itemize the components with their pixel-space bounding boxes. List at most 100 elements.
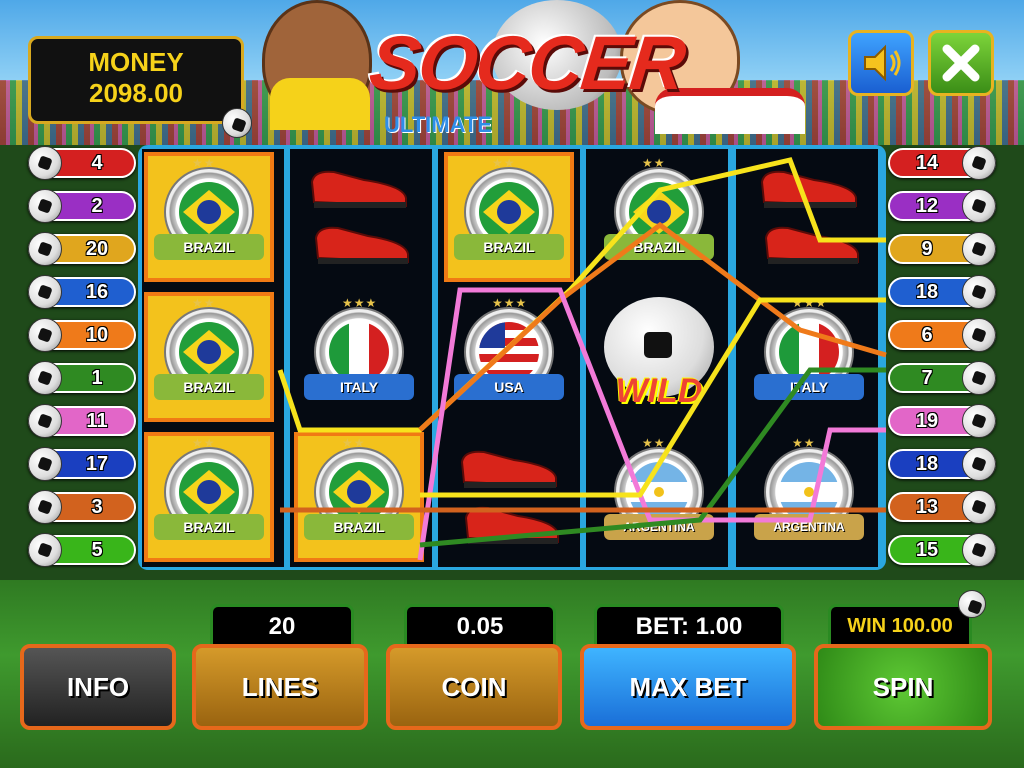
- soccer-ball-icon: [28, 232, 62, 266]
- symbol-argentina: ★★ ARGENTINA: [594, 432, 724, 562]
- sound-button[interactable]: [848, 30, 914, 96]
- soccer-ball-icon: [28, 404, 62, 438]
- symbol-wild: WILD: [594, 292, 724, 422]
- symbol-brazil: ★★ BRAZIL: [144, 152, 274, 282]
- logo-subtitle: ULTIMATE: [384, 112, 492, 137]
- italy-flag-icon: [779, 322, 839, 382]
- wild-label: WILD: [615, 372, 703, 410]
- brazil-flag-icon: [479, 182, 539, 242]
- soccer-ball-icon: [962, 189, 996, 223]
- soccer-ball-icon: [962, 447, 996, 481]
- soccer-boots-icon: [760, 170, 859, 264]
- symbol-label: ITALY: [754, 374, 864, 400]
- brazil-flag-icon: [179, 462, 239, 522]
- symbol-brazil: ★★ BRAZIL: [594, 152, 724, 282]
- brazil-flag-icon: [629, 182, 689, 242]
- win-display: WIN 100.00: [828, 604, 972, 646]
- symbol-brazil: ★★ BRAZIL: [144, 292, 274, 422]
- symbol-label: BRAZIL: [454, 234, 564, 260]
- line-number: 5: [91, 538, 103, 561]
- line-number: 6: [921, 323, 933, 346]
- line-number: 3: [91, 495, 103, 518]
- symbol-label: BRAZIL: [154, 514, 264, 540]
- brazil-flag-icon: [329, 462, 389, 522]
- decor-ball-icon: [222, 108, 252, 138]
- lines-button[interactable]: LINES: [192, 644, 368, 730]
- soccer-ball-icon: [962, 232, 996, 266]
- soccer-ball-icon: [28, 447, 62, 481]
- line-number: 17: [85, 452, 109, 475]
- coin-value-display: 0.05: [404, 604, 556, 646]
- soccer-ball-icon: [962, 404, 996, 438]
- close-icon: [942, 44, 980, 82]
- argentina-flag-icon: [629, 462, 689, 522]
- line-number: 7: [921, 366, 933, 389]
- line-number: 12: [915, 194, 939, 217]
- symbol-usa: ★★★ USA: [444, 292, 574, 422]
- coin-label: COIN: [441, 671, 507, 702]
- line-number: 1: [91, 366, 103, 389]
- line-number: 11: [86, 409, 108, 432]
- soccer-ball-icon: [962, 361, 996, 395]
- coin-value: 0.05: [456, 612, 504, 640]
- player-left-shirt: [270, 78, 370, 130]
- line-number: 20: [85, 237, 109, 260]
- game-logo: SOCCER ULTIMATE: [366, 20, 688, 140]
- line-number: 2: [91, 194, 103, 217]
- line-number: 4: [91, 151, 103, 174]
- lines-label: LINES: [241, 671, 319, 702]
- line-number: 15: [915, 538, 939, 561]
- symbol-italy: ★★★ ITALY: [294, 292, 424, 422]
- info-button[interactable]: INFO: [20, 644, 176, 730]
- soccer-boots-icon: [460, 450, 559, 544]
- max-bet-label: MAX BET: [629, 671, 747, 702]
- argentina-flag-icon: [779, 462, 839, 522]
- info-label: INFO: [66, 671, 130, 702]
- soccer-ball-icon: [28, 189, 62, 223]
- line-number: 18: [915, 452, 939, 475]
- spin-button[interactable]: SPIN: [814, 644, 992, 730]
- lines-value: 20: [268, 612, 296, 640]
- line-number: 14: [915, 151, 939, 174]
- symbol-label: USA: [454, 374, 564, 400]
- soccer-boots-icon: [310, 170, 409, 264]
- symbol-label: BRAZIL: [604, 234, 714, 260]
- bet-value: BET: 1.00: [635, 612, 743, 640]
- coin-button[interactable]: COIN: [386, 644, 562, 730]
- symbol-label: BRAZIL: [154, 374, 264, 400]
- symbol-boots: [444, 432, 574, 562]
- soccer-ball-icon: [962, 533, 996, 567]
- money-value: 2098.00: [89, 78, 183, 108]
- symbol-italy: ★★★ ITALY: [744, 292, 874, 422]
- line-number: 13: [915, 495, 939, 518]
- line-number: 9: [921, 237, 933, 260]
- symbol-boots: [744, 152, 874, 282]
- logo-title: SOCCER: [365, 21, 688, 106]
- win-value: WIN 100.00: [847, 615, 953, 637]
- soccer-ball-icon: [28, 361, 62, 395]
- symbol-label: ARGENTINA: [754, 514, 864, 540]
- soccer-ball-icon: [962, 146, 996, 180]
- max-bet-button[interactable]: MAX BET: [580, 644, 796, 730]
- money-label: MONEY: [88, 47, 184, 77]
- symbol-boots: [294, 152, 424, 282]
- symbol-brazil: ★★ BRAZIL: [294, 432, 424, 562]
- spin-label: SPIN: [872, 671, 934, 702]
- soccer-ball-icon: [28, 146, 62, 180]
- symbol-label: BRAZIL: [154, 234, 264, 260]
- brazil-flag-icon: [179, 182, 239, 242]
- symbol-label: ITALY: [304, 374, 414, 400]
- lines-value-display: 20: [210, 604, 354, 646]
- symbol-brazil: ★★ BRAZIL: [444, 152, 574, 282]
- symbol-label: BRAZIL: [304, 514, 414, 540]
- line-number: 19: [915, 409, 939, 432]
- bet-display: BET: 1.00: [594, 604, 784, 646]
- soccer-ball-icon: [28, 318, 62, 352]
- symbol-label: ARGENTINA: [604, 514, 714, 540]
- symbol-argentina: ★★ ARGENTINA: [744, 432, 874, 562]
- soccer-ball-icon: [962, 490, 996, 524]
- usa-flag-icon: [479, 322, 539, 382]
- close-button[interactable]: [928, 30, 994, 96]
- line-number: 18: [915, 280, 939, 303]
- italy-flag-icon: [329, 322, 389, 382]
